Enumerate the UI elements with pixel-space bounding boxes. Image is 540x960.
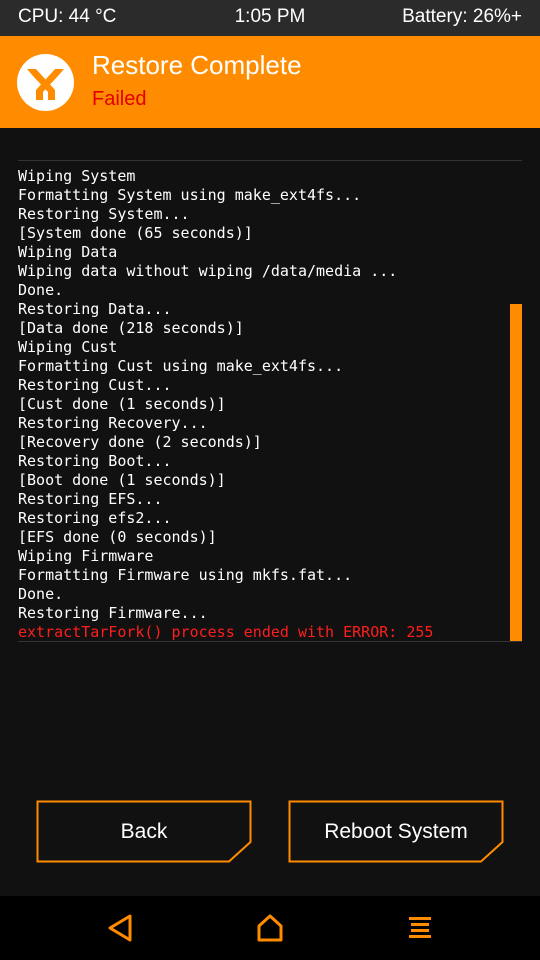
console-line: Formatting Firmware using mkfs.fat...	[18, 566, 353, 584]
console-line: Done.	[18, 281, 64, 299]
console-line: [Data done (218 seconds)]	[18, 319, 244, 337]
console-lines: Wiping System Formatting System using mak…	[18, 167, 508, 642]
console-line: Wiping System	[18, 167, 136, 185]
reboot-system-button-label: Reboot System	[324, 820, 468, 843]
back-button[interactable]: Back	[36, 800, 252, 863]
console-line: Wiping data without wiping /data/media .…	[18, 262, 398, 280]
console-line: Restoring Cust...	[18, 376, 172, 394]
twrp-logo-icon	[17, 54, 74, 111]
console-line: [Recovery done (2 seconds)]	[18, 433, 262, 451]
twrp-screen: CPU: 44 °C 1:05 PM Battery: 26%+ Restore…	[0, 0, 540, 960]
navigation-bar	[0, 896, 540, 960]
console-line: Restoring efs2...	[18, 509, 172, 527]
console-line: Restoring Data...	[18, 300, 172, 318]
console-line: Wiping Data	[18, 243, 118, 261]
console-line: Formatting System using make_ext4fs...	[18, 186, 362, 204]
header-bar: Restore Complete Failed	[0, 36, 540, 128]
console-line: [EFS done (0 seconds)]	[18, 528, 217, 546]
triangle-back-icon[interactable]	[102, 910, 138, 946]
hamburger-menu-icon[interactable]	[402, 910, 438, 946]
console-line: Wiping Cust	[18, 338, 118, 356]
console-line: extractTarFork() process ended with ERRO…	[18, 623, 434, 641]
status-subtitle: Failed	[92, 88, 147, 110]
status-bar: CPU: 44 °C 1:05 PM Battery: 26%+	[0, 0, 540, 36]
console-line: Restoring Boot...	[18, 452, 172, 470]
console-scrollbar[interactable]	[510, 304, 522, 641]
console-line: [Boot done (1 seconds)]	[18, 471, 226, 489]
console-line: Formatting Cust using make_ext4fs...	[18, 357, 344, 375]
console-line: Restoring EFS...	[18, 490, 163, 508]
battery-status: Battery: 26%+	[402, 6, 522, 27]
console-line: [Cust done (1 seconds)]	[18, 395, 226, 413]
console-line: Done.	[18, 585, 64, 603]
page-title: Restore Complete	[92, 50, 302, 80]
console-line: Wiping Firmware	[18, 547, 154, 565]
back-button-label: Back	[120, 820, 168, 843]
console-line: Restoring Recovery...	[18, 414, 208, 432]
reboot-system-button[interactable]: Reboot System	[288, 800, 504, 863]
console-line: [System done (65 seconds)]	[18, 224, 253, 242]
home-icon[interactable]	[252, 910, 288, 946]
console-line: Restoring Firmware...	[18, 604, 208, 622]
console-log[interactable]: Wiping System Formatting System using mak…	[18, 160, 522, 642]
console-line: Restoring System...	[18, 205, 190, 223]
